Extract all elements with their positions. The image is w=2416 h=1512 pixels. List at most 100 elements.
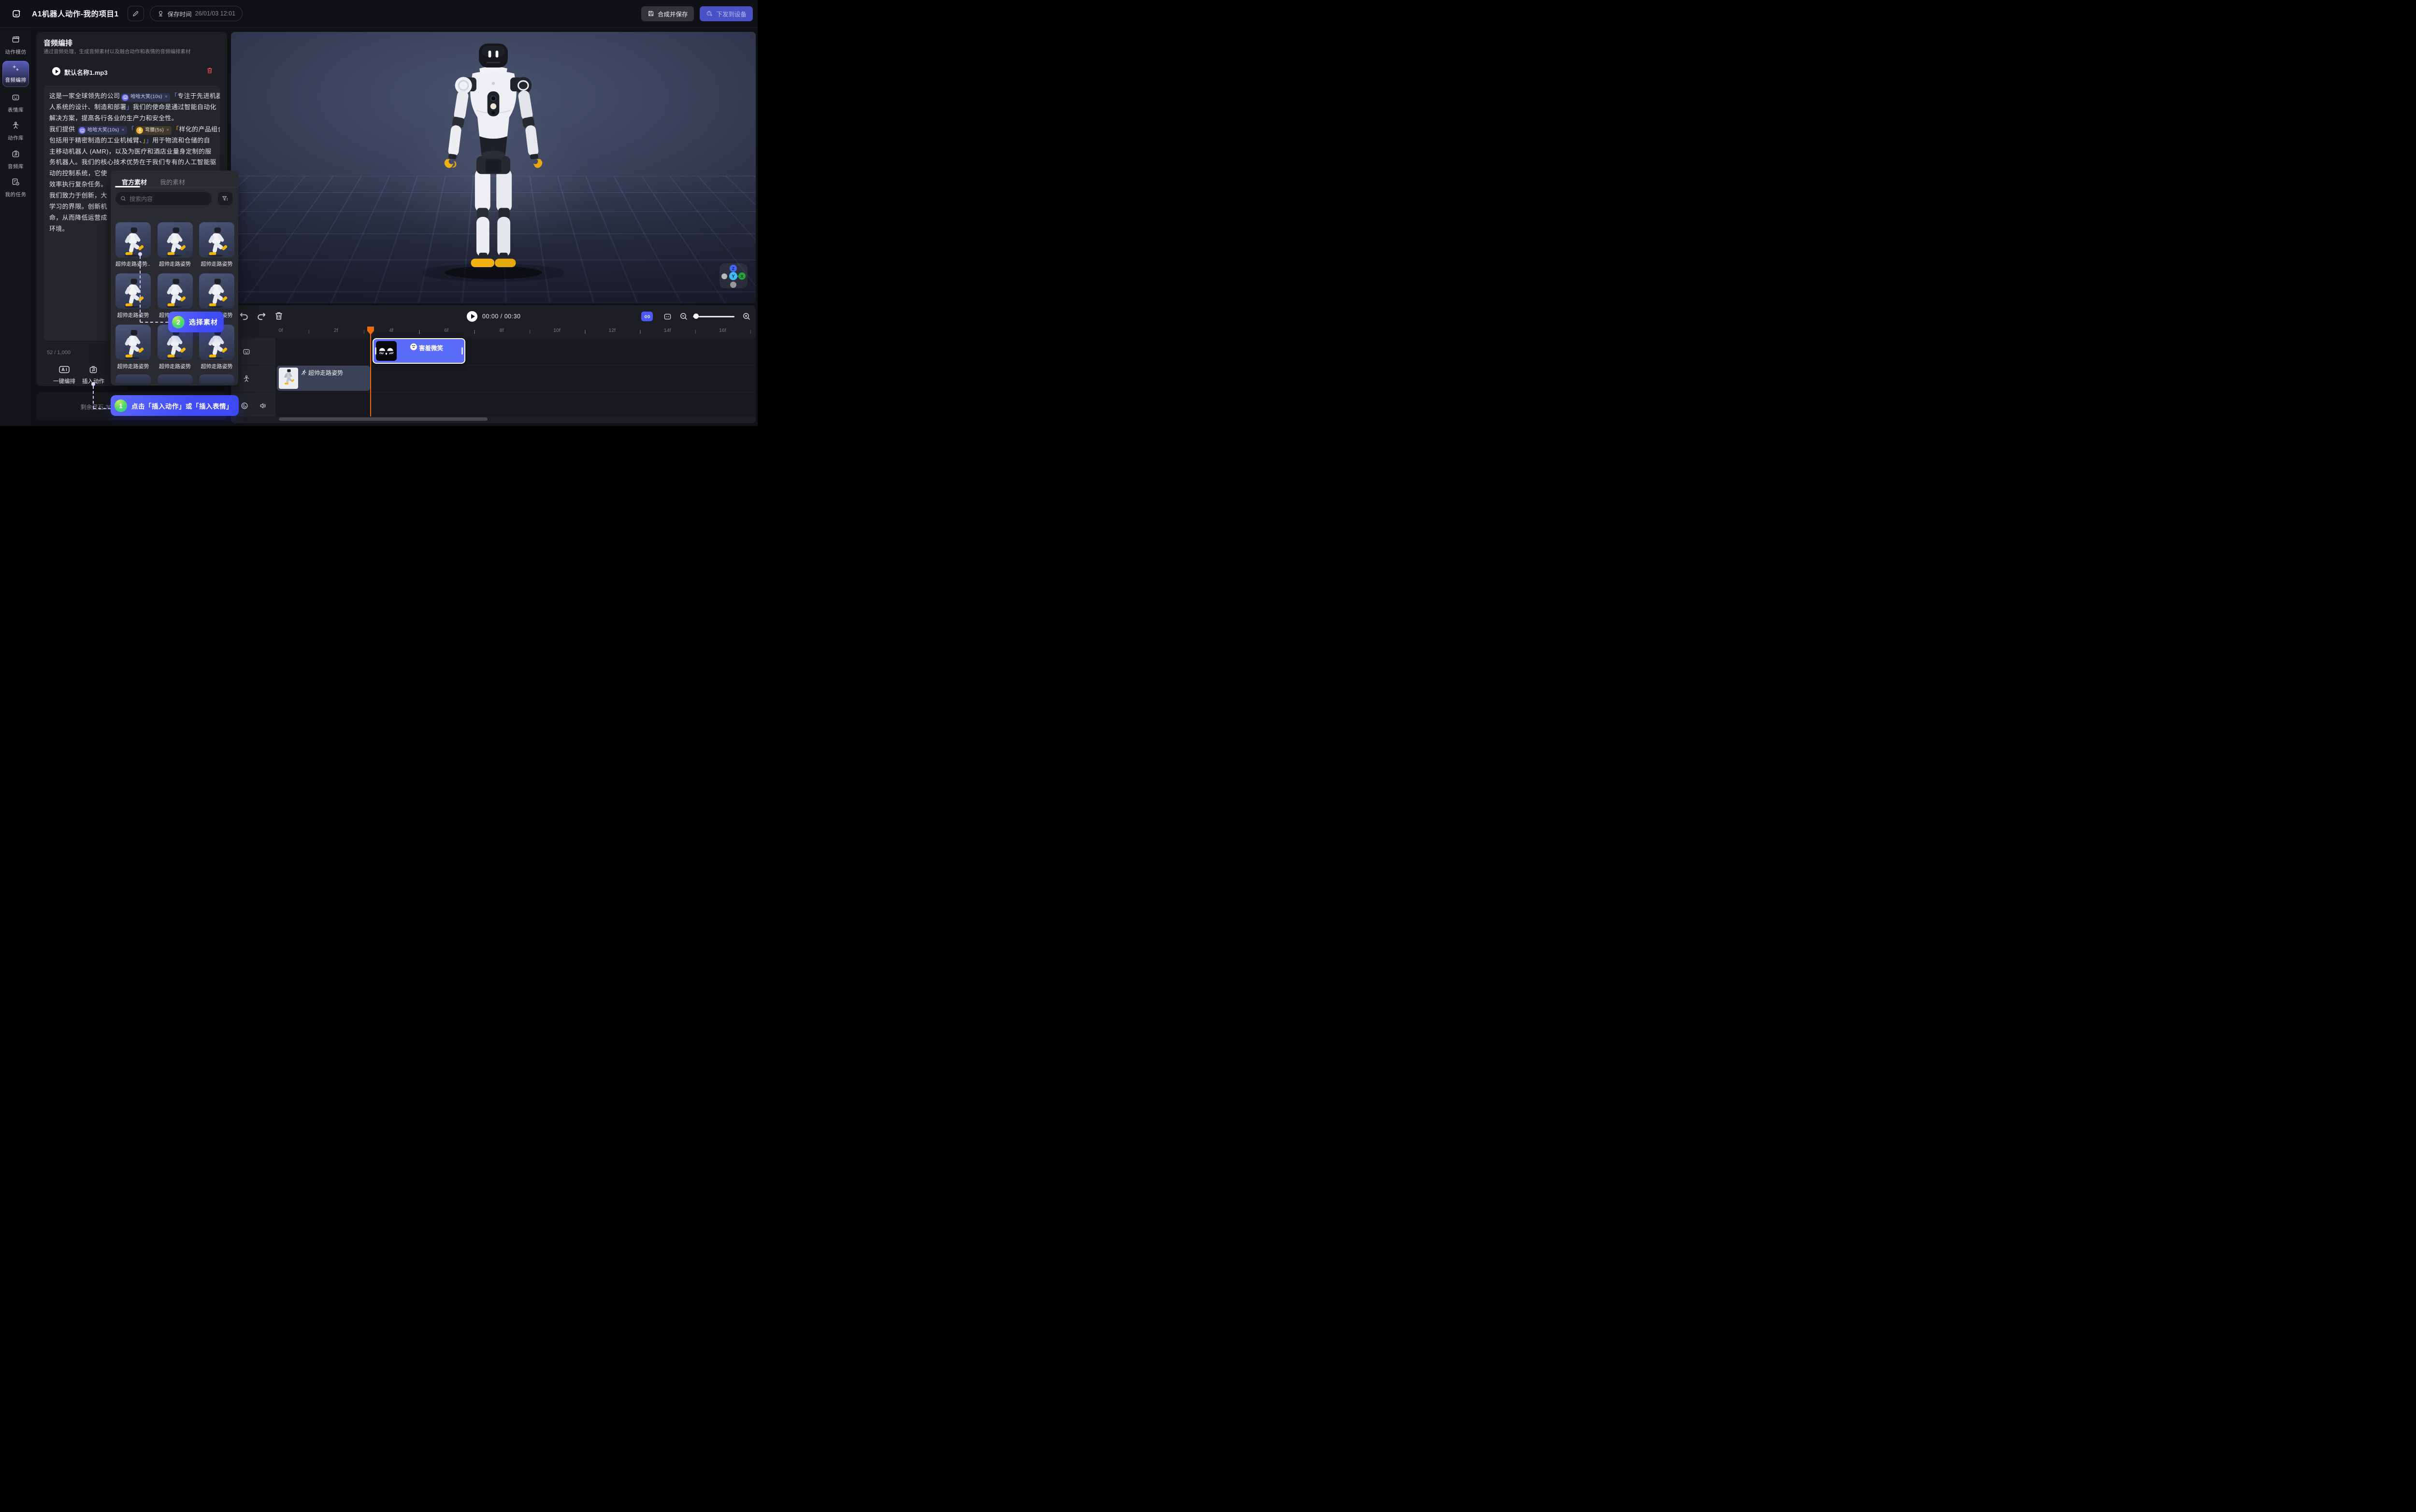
pencil-icon (132, 10, 139, 17)
material-card[interactable] (115, 273, 151, 309)
play-audio-button[interactable] (52, 67, 60, 75)
material-label: 超帅走路姿势 (199, 260, 234, 268)
editor-line: 我们提供 哈哈大笑(10s)×「弯腰(5s)×「样化的产品组合， (49, 124, 214, 135)
material-card[interactable] (199, 222, 234, 257)
editor-text: 「 (128, 126, 134, 133)
playhead-line[interactable] (370, 333, 371, 416)
editor-text: 我们提供 (49, 126, 77, 133)
3d-viewport[interactable]: Z X Y (231, 32, 756, 303)
axis-neg-z[interactable] (730, 282, 736, 288)
axis-y[interactable]: Y (729, 272, 737, 280)
save-time-badge: 保存时间 26/01/03 12:01 (150, 6, 243, 21)
music-box-icon (88, 365, 98, 374)
editor-text: 「 (173, 126, 179, 133)
motion-clip[interactable]: 超帅走路姿势 (277, 366, 370, 391)
axis-gizmo[interactable]: Z X Y (719, 263, 748, 288)
save-disk-icon (647, 10, 654, 17)
ruler-label: 14f (664, 328, 671, 333)
laugh-tag[interactable]: 哈哈大笑(10s)× (121, 93, 170, 102)
expression-library-icon (12, 93, 20, 101)
zoom-slider-knob[interactable] (693, 314, 699, 319)
tag-label: 哈哈大笑(10s) (130, 92, 162, 103)
filter-button[interactable] (218, 192, 232, 205)
motion-clip-label: 超帅走路姿势 (308, 369, 343, 377)
bend-tag[interactable]: 弯腰(5s)× (135, 126, 172, 135)
material-label: 超帅走路姿势 (158, 362, 193, 370)
sidebar-item-4[interactable]: 动作库 (0, 121, 31, 142)
material-label: 超帅走路姿势 (158, 260, 193, 268)
search-input[interactable]: 搜索内容 (115, 192, 212, 205)
clip-resize-handle-left[interactable] (375, 347, 376, 355)
close-icon[interactable]: × (165, 92, 168, 103)
close-icon[interactable]: × (122, 125, 125, 136)
material-card[interactable] (199, 273, 234, 309)
one-click-label: 一键编排 (53, 377, 75, 385)
sidebar-item-2[interactable]: 音频编排 (2, 61, 29, 87)
ruler-label: 6f (445, 328, 449, 333)
expression-clip[interactable]: 害羞微笑 (373, 338, 465, 364)
robot-face-icon (79, 127, 86, 134)
sidebar: 动作模仿音频编排表情库动作库音频库我的任务 (0, 28, 31, 426)
clip-resize-handle-right[interactable] (461, 347, 463, 355)
snap-link-button[interactable] (641, 312, 653, 321)
save-time-value: 26/01/03 12:01 (195, 10, 235, 17)
sidebar-item-6[interactable]: 我的任务 (0, 178, 31, 198)
sidebar-item-label: 表情库 (0, 106, 31, 114)
editor-line: 主移动机器人 (AMR)，以及为医疗和酒店业量身定制的服 (49, 146, 214, 157)
timeline-scrollbar[interactable] (279, 417, 488, 421)
editor-text: 」 (127, 103, 133, 111)
sidebar-item-label: 我的任务 (0, 191, 31, 198)
char-count: 52 / 1,000 (47, 350, 71, 356)
redo-icon[interactable] (256, 311, 267, 321)
zoom-out-icon[interactable] (679, 312, 688, 321)
material-card[interactable] (158, 273, 193, 309)
audio-library-icon (12, 150, 20, 158)
speaker-icon[interactable] (259, 402, 267, 410)
merge-save-label: 合成并保存 (658, 9, 688, 18)
record-icon[interactable] (241, 402, 248, 410)
one-click-arrange-button[interactable]: 一键编排 (53, 365, 75, 385)
material-card[interactable] (158, 222, 193, 257)
axis-neg-x[interactable] (721, 273, 727, 279)
material-label: 超帅走路姿势... (115, 260, 151, 268)
timeline-ruler[interactable]: 0f2f4f6f8f10f12f14f16f (231, 327, 756, 338)
tab-official-materials[interactable]: 官方素材 (122, 177, 147, 186)
axis-x[interactable]: X (738, 272, 746, 280)
merge-save-button[interactable]: 合成并保存 (641, 6, 694, 21)
rename-button[interactable] (128, 6, 144, 21)
zoom-in-icon[interactable] (742, 312, 751, 321)
undo-icon[interactable] (239, 311, 249, 321)
runner-icon (301, 370, 307, 375)
editor-line: 务机器人。我们的核心技术优势在于我们专有的人工智能驱 (49, 157, 214, 168)
material-card[interactable] (115, 325, 151, 360)
sidebar-item-3[interactable]: 表情库 (0, 93, 31, 114)
delete-audio-icon[interactable] (206, 67, 214, 74)
laugh-tag[interactable]: 哈哈大笑(10s)× (78, 126, 127, 135)
sidebar-item-5[interactable]: 音频库 (0, 150, 31, 170)
panel-subtitle: 通过音频处理，生成音频素材以及融合动作和表情的音频编排素材 (43, 48, 223, 55)
editor-text: 命，从而降低运营成 (49, 214, 107, 221)
delete-clip-icon[interactable] (273, 311, 284, 321)
axis-z[interactable]: Z (730, 265, 737, 272)
material-cell: 超帅走路姿势 (199, 222, 234, 273)
timeline-play-button[interactable] (467, 311, 477, 322)
material-card-partial[interactable] (158, 374, 193, 385)
editor-text: 学习的界限。创新机 (49, 203, 107, 210)
material-card-partial[interactable] (199, 374, 234, 385)
editor-text: 解决方案，提高各行各业的生产力和安全性。 (49, 114, 178, 122)
timeline-zoom-slider[interactable] (693, 316, 734, 318)
frame-preview-button[interactable] (662, 312, 673, 321)
sidebar-item-1[interactable]: 动作模仿 (0, 35, 31, 56)
deploy-button[interactable]: 下发到设备 (700, 6, 753, 21)
expression-clip-thumbnail (376, 341, 397, 361)
close-icon[interactable]: × (166, 125, 169, 136)
ruler-label: 2f (334, 328, 338, 333)
time-display: 00:00 / 00:30 (482, 313, 520, 320)
material-card[interactable] (115, 222, 151, 257)
ruler-label: 8f (500, 328, 504, 333)
material-card-partial[interactable] (115, 374, 151, 385)
tab-my-materials[interactable]: 我的素材 (160, 177, 185, 186)
sparkles-icon (12, 64, 20, 72)
save-time-label: 保存时间 (168, 9, 192, 18)
sidebar-item-label: 动作模仿 (0, 48, 31, 56)
